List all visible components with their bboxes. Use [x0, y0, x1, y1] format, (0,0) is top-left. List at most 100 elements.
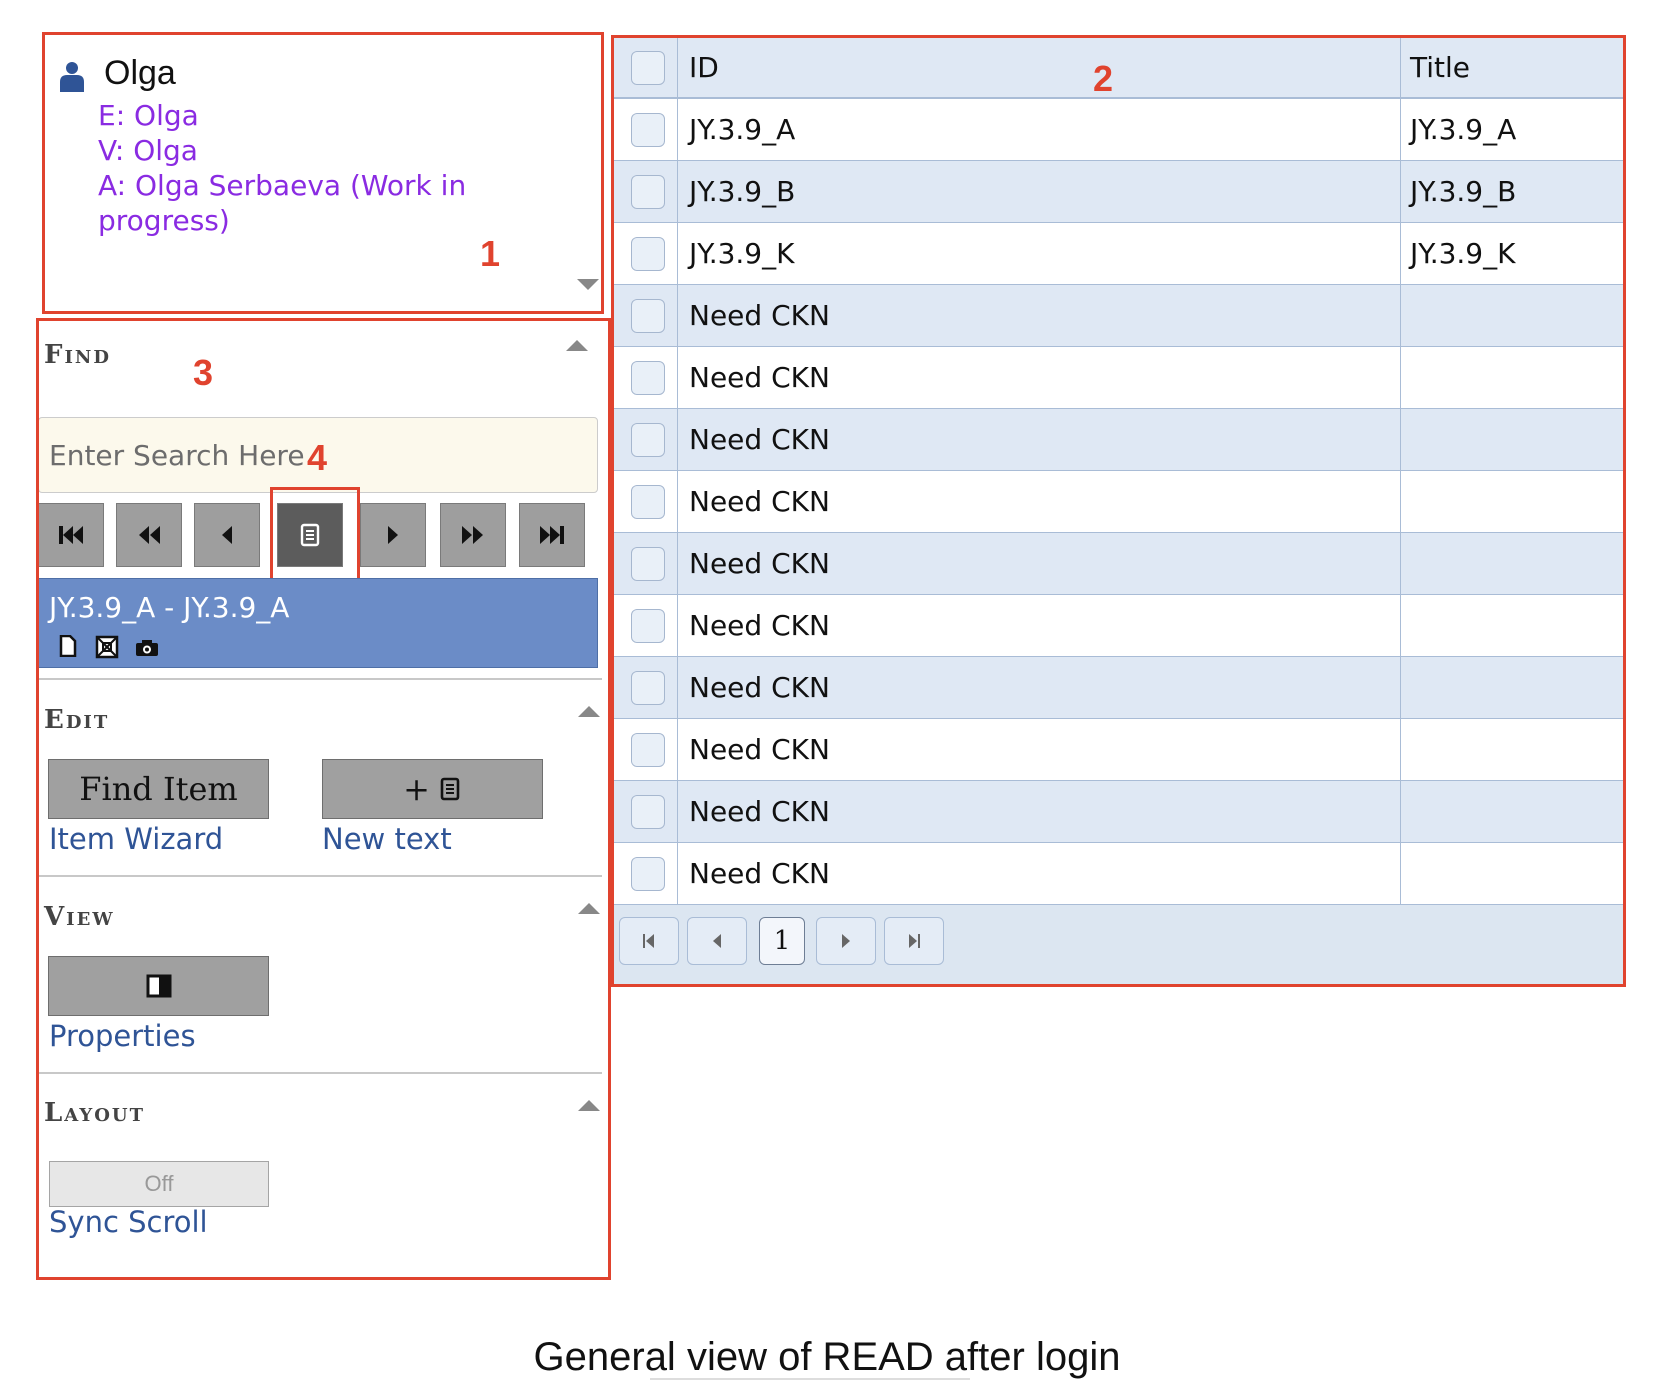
row-checkbox[interactable]	[631, 423, 665, 457]
cell-id[interactable]: Need CKN	[689, 733, 830, 766]
sync-scroll-toggle[interactable]: Off	[49, 1161, 269, 1207]
row-checkbox[interactable]	[631, 113, 665, 147]
column-divider	[1400, 719, 1401, 780]
cell-title[interactable]: JY.3.9_K	[1410, 237, 1515, 270]
table-row[interactable]: JY.3.9_B JY.3.9_B	[613, 161, 1623, 223]
cell-id[interactable]: Need CKN	[689, 423, 830, 456]
person-icon	[60, 62, 84, 92]
row-checkbox[interactable]	[631, 733, 665, 767]
find-item-button[interactable]: Find Item	[48, 759, 269, 819]
divider	[37, 875, 602, 877]
column-divider	[1400, 595, 1401, 656]
user-v-line: V: Olga	[98, 134, 198, 167]
find-collapse-caret-icon[interactable]	[566, 340, 588, 351]
properties-button[interactable]	[48, 956, 269, 1016]
table-row[interactable]: Need CKN	[613, 533, 1623, 595]
rewind-button[interactable]	[116, 503, 182, 567]
user-name[interactable]: Olga	[104, 54, 176, 93]
cell-id[interactable]: Need CKN	[689, 609, 830, 642]
select-all-checkbox[interactable]	[631, 51, 665, 85]
properties-label[interactable]: Properties	[49, 1019, 196, 1053]
row-checkbox[interactable]	[631, 547, 665, 581]
cell-id[interactable]: Need CKN	[689, 857, 830, 890]
table-row[interactable]: Need CKN	[613, 719, 1623, 781]
column-header-id[interactable]: ID	[689, 51, 719, 84]
cell-id[interactable]: JY.3.9_K	[689, 237, 794, 270]
table-row[interactable]: Need CKN	[613, 409, 1623, 471]
document-icon[interactable]	[59, 635, 77, 657]
cell-id[interactable]: JY.3.9_A	[689, 113, 795, 146]
column-divider	[1400, 223, 1401, 284]
cell-title[interactable]: JY.3.9_A	[1410, 113, 1516, 146]
row-checkbox[interactable]	[631, 857, 665, 891]
item-wizard-label[interactable]: Item Wizard	[49, 822, 223, 856]
table-row[interactable]: Need CKN	[613, 285, 1623, 347]
row-checkbox[interactable]	[631, 795, 665, 829]
find-section-title: Find	[44, 340, 111, 370]
row-checkbox[interactable]	[631, 361, 665, 395]
column-divider	[677, 223, 678, 284]
table-row[interactable]: JY.3.9_A JY.3.9_A	[613, 99, 1623, 161]
cell-id[interactable]: Need CKN	[689, 361, 830, 394]
collapse-caret-icon[interactable]	[577, 279, 599, 290]
selected-item[interactable]: JY.3.9_A - JY.3.9_A	[38, 578, 598, 668]
column-divider	[1400, 843, 1401, 904]
pager-page-number[interactable]: 1	[759, 917, 805, 965]
cell-id[interactable]: Need CKN	[689, 485, 830, 518]
row-checkbox[interactable]	[631, 671, 665, 705]
sync-scroll-label[interactable]: Sync Scroll	[49, 1205, 208, 1239]
pager-last-button[interactable]	[884, 917, 944, 965]
row-checkbox[interactable]	[631, 299, 665, 333]
edit-collapse-caret-icon[interactable]	[578, 706, 600, 717]
column-divider	[1400, 99, 1401, 160]
row-checkbox[interactable]	[631, 175, 665, 209]
divider	[37, 678, 602, 680]
cell-id[interactable]: Need CKN	[689, 671, 830, 704]
image-box-icon[interactable]	[95, 635, 119, 659]
table-row[interactable]: JY.3.9_K JY.3.9_K	[613, 223, 1623, 285]
view-section-title: View	[44, 902, 115, 932]
last-button[interactable]	[519, 503, 585, 567]
table-row[interactable]: Need CKN	[613, 471, 1623, 533]
table-row[interactable]: Need CKN	[613, 781, 1623, 843]
pager-first-button[interactable]	[619, 917, 679, 965]
cell-id[interactable]: JY.3.9_B	[689, 175, 795, 208]
next-button[interactable]	[360, 503, 426, 567]
column-divider	[677, 37, 678, 97]
cell-id[interactable]: Need CKN	[689, 795, 830, 828]
first-button[interactable]	[38, 503, 104, 567]
new-text-plus: +	[403, 770, 430, 808]
pager-next-button[interactable]	[816, 917, 876, 965]
column-divider	[1400, 285, 1401, 346]
caption-before: General	[533, 1335, 687, 1379]
layout-collapse-caret-icon[interactable]	[578, 1100, 600, 1111]
table-row[interactable]: Need CKN	[613, 843, 1623, 905]
camera-icon[interactable]	[135, 639, 159, 657]
fast-forward-icon	[462, 526, 483, 544]
scroll-text-button[interactable]	[277, 503, 343, 567]
previous-button[interactable]	[194, 503, 260, 567]
new-text-label[interactable]: New text	[322, 822, 452, 856]
cell-title[interactable]: JY.3.9_B	[1410, 175, 1516, 208]
table-row[interactable]: Need CKN	[613, 595, 1623, 657]
table-row[interactable]: Need CKN	[613, 657, 1623, 719]
row-checkbox[interactable]	[631, 485, 665, 519]
column-header-title[interactable]: Title	[1410, 51, 1470, 84]
annotation-1: 1	[480, 233, 501, 274]
caption-underlined: view	[686, 1335, 767, 1379]
column-divider	[677, 347, 678, 408]
column-divider	[677, 719, 678, 780]
cell-id[interactable]: Need CKN	[689, 547, 830, 580]
column-divider	[1400, 347, 1401, 408]
fast-forward-button[interactable]	[440, 503, 506, 567]
row-checkbox[interactable]	[631, 609, 665, 643]
table-row[interactable]: Need CKN	[613, 347, 1623, 409]
new-text-button[interactable]: +	[322, 759, 543, 819]
cell-id[interactable]: Need CKN	[689, 299, 830, 332]
row-checkbox[interactable]	[631, 237, 665, 271]
pager-previous-button[interactable]	[687, 917, 747, 965]
rewind-icon	[139, 526, 160, 544]
layout-section-title: Layout	[44, 1098, 145, 1128]
figure-caption: General view of READ after login	[0, 1335, 1654, 1380]
view-collapse-caret-icon[interactable]	[578, 903, 600, 914]
